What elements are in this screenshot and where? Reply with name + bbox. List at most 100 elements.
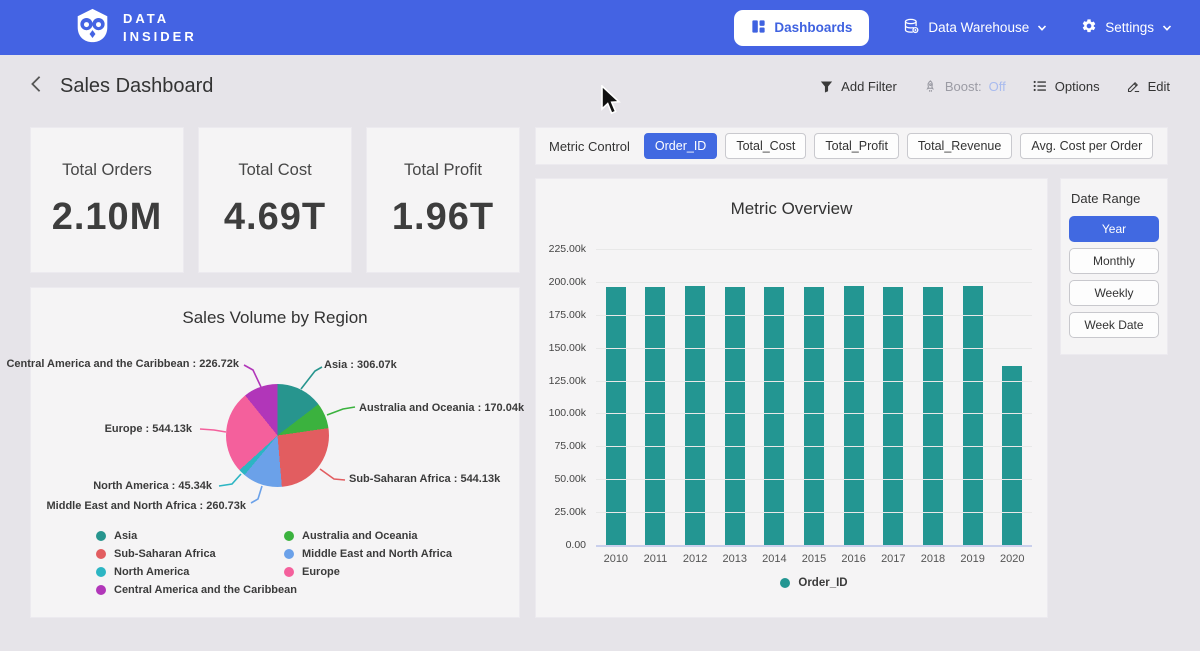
options-button[interactable]: Options <box>1032 78 1100 94</box>
topbar: DATA INSIDER Dashboards <box>0 0 1200 55</box>
x-axis-label: 2016 <box>834 553 874 565</box>
bar-2017[interactable] <box>883 287 903 545</box>
metric-overview-panel: Metric Overview 201020112012201320142015… <box>535 178 1048 618</box>
pie-chart-title: Sales Volume by Region <box>31 308 519 328</box>
dashboards-grid-icon <box>751 19 766 37</box>
data-warehouse-label: Data Warehouse <box>928 20 1029 35</box>
gear-icon <box>1081 18 1097 37</box>
legend-item-europe: Europe <box>284 566 340 578</box>
gridline <box>596 413 1032 414</box>
bar-2020[interactable] <box>1002 366 1022 545</box>
dashboards-label: Dashboards <box>774 20 852 35</box>
gridline <box>596 282 1032 283</box>
metric-option-total-profit[interactable]: Total_Profit <box>814 133 899 159</box>
database-icon <box>903 18 920 38</box>
legend-dot <box>96 531 106 541</box>
legend-item-central-america-and-the-caribbean: Central America and the Caribbean <box>96 584 297 596</box>
x-axis-label: 2014 <box>755 553 795 565</box>
pie-label-australia-and-oceania: Australia and Oceania : 170.04k <box>359 402 524 414</box>
legend-dot <box>96 567 106 577</box>
bar-2016[interactable] <box>844 286 864 545</box>
page-title: Sales Dashboard <box>60 75 213 98</box>
top-navigation: Dashboards Data Warehouse <box>734 10 1172 46</box>
x-axis-label: 2020 <box>992 553 1032 565</box>
bar-2018[interactable] <box>923 287 943 545</box>
pie-label-sub-saharan-africa: Sub-Saharan Africa : 544.13k <box>349 473 500 485</box>
gridline <box>596 512 1032 513</box>
date-range-week-date[interactable]: Week Date <box>1069 312 1159 338</box>
boost-toggle[interactable]: Boost:Off <box>923 79 1006 94</box>
legend-item-australia-and-oceania: Australia and Oceania <box>284 530 418 542</box>
legend-item-asia: Asia <box>96 530 137 542</box>
y-axis-tick: 25.00k <box>536 506 586 518</box>
gridline <box>596 479 1032 480</box>
metric-option-order-id[interactable]: Order_ID <box>644 133 717 159</box>
metric-control-bar: Metric Control Order_IDTotal_CostTotal_P… <box>535 127 1168 165</box>
brand-name: DATA INSIDER <box>123 10 197 45</box>
date-range-label: Date Range <box>1071 191 1159 206</box>
back-button[interactable] <box>30 75 42 97</box>
bar-2019[interactable] <box>963 286 983 545</box>
filter-funnel-icon <box>819 79 834 94</box>
kpi-label: Total Orders <box>62 161 152 180</box>
dashboards-button[interactable]: Dashboards <box>734 10 869 46</box>
sales-dashboard-screen: DATA INSIDER Dashboards <box>0 0 1200 651</box>
kpi-total-profit: Total Profit 1.96T <box>366 127 520 273</box>
y-axis-tick: 150.00k <box>536 342 586 354</box>
date-range-monthly[interactable]: Monthly <box>1069 248 1159 274</box>
bar-chart-legend: Order_ID <box>596 577 1032 589</box>
x-axis-line <box>596 545 1032 547</box>
legend-dot <box>780 578 790 588</box>
date-range-weekly[interactable]: Weekly <box>1069 280 1159 306</box>
legend-label: Order_ID <box>798 577 847 589</box>
gridline <box>596 249 1032 250</box>
pie-label-north-america: North America : 45.34k <box>93 480 212 492</box>
bar-2012[interactable] <box>685 286 705 545</box>
settings-menu[interactable]: Settings <box>1081 18 1172 37</box>
bar-2013[interactable] <box>725 287 745 545</box>
legend-item-north-america: North America <box>96 566 189 578</box>
legend-dot <box>96 585 106 595</box>
bar-2014[interactable] <box>764 287 784 545</box>
metric-control-options: Order_ID Total_Cost Total_Profit Total_Reve… <box>644 133 1153 159</box>
y-axis-tick: 100.00k <box>536 407 586 419</box>
owl-logo-icon <box>74 7 111 49</box>
brand-logo: DATA INSIDER <box>74 7 197 49</box>
pie-chart[interactable] <box>226 384 329 487</box>
kpi-total-cost: Total Cost 4.69T <box>198 127 352 273</box>
x-axis-label: 2011 <box>636 553 676 565</box>
edit-button[interactable]: Edit <box>1126 79 1170 94</box>
date-range-panel: Date Range Year Monthly Weekly Week Date <box>1060 178 1168 355</box>
x-axis-label: 2019 <box>953 553 993 565</box>
metric-option-avg-cost-per-order[interactable]: Avg. Cost per Order <box>1020 133 1153 159</box>
bar-2010[interactable] <box>606 287 626 545</box>
bar-2011[interactable] <box>645 287 665 545</box>
add-filter-button[interactable]: Add Filter <box>819 79 897 94</box>
kpi-label: Total Cost <box>238 161 311 180</box>
legend-dot <box>284 549 294 559</box>
pie-label-asia: Asia : 306.07k <box>324 359 397 371</box>
x-axis-label: 2017 <box>873 553 913 565</box>
chevron-down-icon <box>1037 23 1047 33</box>
metric-option-total-revenue[interactable]: Total_Revenue <box>907 133 1012 159</box>
legend-item-middle-east-and-north-africa: Middle East and North Africa <box>284 548 452 560</box>
date-range-year[interactable]: Year <box>1069 216 1159 242</box>
pie-label-europe: Europe : 544.13k <box>105 423 192 435</box>
x-axis-label: 2015 <box>794 553 834 565</box>
x-axis-label: 2018 <box>913 553 953 565</box>
legend-dot <box>284 567 294 577</box>
bar-2015[interactable] <box>804 287 824 545</box>
y-axis-tick: 200.00k <box>536 276 586 288</box>
metric-option-total-cost[interactable]: Total_Cost <box>725 133 806 159</box>
boost-status: Off <box>989 79 1006 94</box>
data-warehouse-menu[interactable]: Data Warehouse <box>903 18 1047 38</box>
y-axis-tick: 225.00k <box>536 243 586 255</box>
x-axis-label: 2010 <box>596 553 636 565</box>
y-axis-tick: 125.00k <box>536 375 586 387</box>
pie-label-central-america-and-the-caribbean: Central America and the Caribbean : 226.… <box>6 358 239 370</box>
legend-dot <box>284 531 294 541</box>
pie-label-middle-east-and-north-africa: Middle East and North Africa : 260.73k <box>47 500 246 512</box>
gridline <box>596 381 1032 382</box>
x-axis-label: 2012 <box>675 553 715 565</box>
legend-item-sub-saharan-africa: Sub-Saharan Africa <box>96 548 216 560</box>
